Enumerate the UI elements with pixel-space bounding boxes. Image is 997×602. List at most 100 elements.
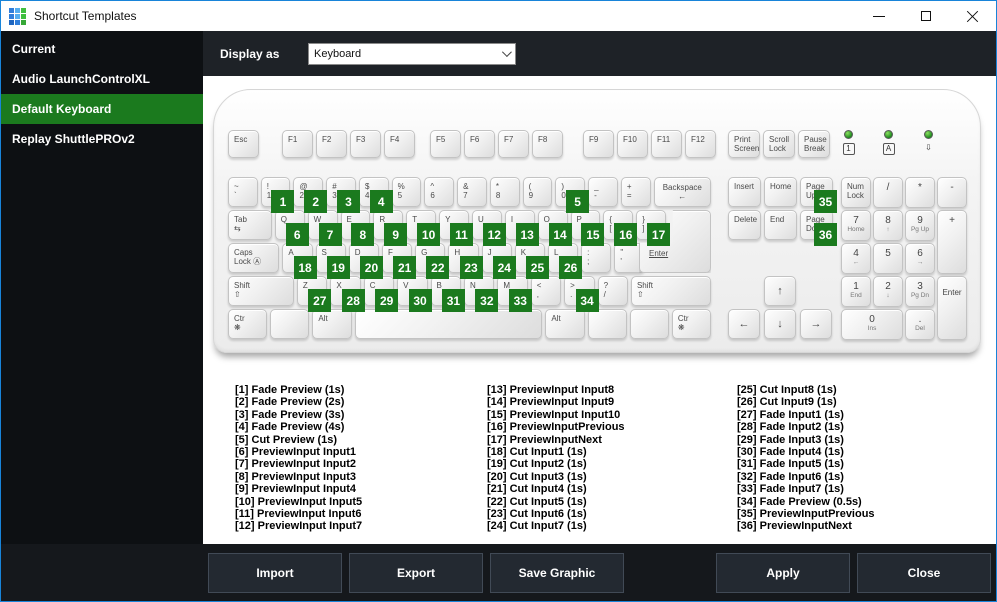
key-f9[interactable]: F9 [583,130,614,158]
key-minus[interactable]: _ - [588,177,618,207]
key-numpad-4[interactable]: 4 ← [841,243,871,274]
key-numpad-decimal[interactable]: . Del [905,309,935,340]
key-left-alt[interactable]: Alt [312,309,352,339]
key-k[interactable]: K 25 [514,243,549,279]
key-l[interactable]: L 26 [547,243,583,279]
key-home[interactable]: Home [764,177,797,207]
key-numpad-2[interactable]: 2 ↓ [873,276,903,307]
key-slash[interactable]: ? / [597,276,628,306]
key-1[interactable]: ! 1 1 [260,177,295,213]
import-button[interactable]: Import [208,552,342,593]
key-scroll-lock[interactable]: Scroll Lock [763,130,795,158]
key-arrow-up[interactable]: ↑ [764,276,796,306]
key-numpad-0[interactable]: 0 Ins [841,309,903,340]
display-as-select[interactable]: Keyboard [308,42,516,65]
key-f7[interactable]: F7 [498,130,529,158]
export-button[interactable]: Export [349,552,483,593]
key-insert[interactable]: Insert [728,177,761,207]
key-arrow-down[interactable]: ↓ [764,309,796,339]
key-numpad-7[interactable]: 7 Home [841,210,871,241]
close-button[interactable] [949,1,996,31]
key-equals[interactable]: + = [620,177,651,207]
key-f6[interactable]: F6 [464,130,495,158]
key-n[interactable]: N 32 [463,276,499,312]
key-g[interactable]: G 22 [415,243,450,279]
key-7[interactable]: & 7 [457,177,487,207]
key-numpad-3[interactable]: 3 Pg Dn [905,276,935,307]
sidebar-item-current[interactable]: Current [1,34,203,64]
key-page-down[interactable]: PageDown36 [800,210,837,246]
key-q[interactable]: Q6 [274,210,309,246]
key-space[interactable] [354,309,543,339]
key-left-win[interactable] [270,309,310,339]
key-t[interactable]: T 10 [406,210,441,246]
key-a[interactable]: A 18 [282,243,317,279]
key-w[interactable]: W7 [307,210,342,246]
key-e[interactable]: E8 [340,210,375,246]
key-left-ctrl[interactable]: Ctr ❋ [228,309,268,339]
key-h[interactable]: H 23 [448,243,483,279]
key-f1[interactable]: F1 [282,130,313,158]
key-b[interactable]: B 31 [430,276,465,312]
save-graphic-button[interactable]: Save Graphic [490,552,624,593]
key-page-up[interactable]: Page Up 35 [800,177,837,213]
key-menu[interactable] [629,309,669,339]
key-6[interactable]: ^ 6 [424,177,455,207]
key-u[interactable]: U 12 [471,210,506,246]
key-numpad-9[interactable]: 9 Pg Up [905,210,935,241]
key-tab[interactable]: Tab ⇆ [228,210,272,240]
key-period[interactable]: >. 34 [564,276,599,312]
key-pause-break[interactable]: Pause Break [798,130,830,158]
key-f11[interactable]: F11 [651,130,682,158]
key-f2[interactable]: F2 [316,130,347,158]
key-f3[interactable]: F3 [350,130,381,158]
key-c[interactable]: C 29 [363,276,399,312]
key-rbracket[interactable]: }] 17 [636,210,671,246]
key-backspace[interactable]: Backspace ← [653,177,712,207]
key-3[interactable]: #3 3 [326,177,360,213]
key-end[interactable]: End [764,210,797,240]
key-arrow-right[interactable]: → [800,309,832,339]
key-right-ctrl[interactable]: Ctr ❋ [671,309,712,339]
key-2[interactable]: @2 2 [293,177,328,213]
key-left-shift[interactable]: Shift ⇧ [228,276,294,306]
key-5[interactable]: % 5 [391,177,422,207]
key-f[interactable]: F 21 [381,243,417,279]
key-numpad-minus[interactable]: - [937,177,967,208]
key-d[interactable]: D 20 [348,243,383,279]
key-right-alt[interactable]: Alt [545,309,585,339]
key-9[interactable]: (9 [522,177,553,207]
sidebar-item-replay-shuttleprov2[interactable]: Replay ShuttlePROv2 [1,124,203,154]
key-z[interactable]: Z 27 [296,276,332,312]
key-v[interactable]: V 30 [397,276,432,312]
key-f12[interactable]: F12 [685,130,716,158]
sidebar-item-default-keyboard[interactable]: Default Keyboard [1,94,203,124]
key-r[interactable]: R9 [373,210,408,246]
key-caps-lock[interactable]: Caps Lock Ⓐ [228,243,280,273]
key-m[interactable]: M 33 [497,276,532,312]
key-backtick[interactable]: ~ ` [228,177,258,207]
maximize-button[interactable] [902,1,949,31]
key-j[interactable]: J 24 [481,243,516,279]
key-lbracket[interactable]: {[16 [603,210,638,246]
key-esc[interactable]: Esc [228,130,259,158]
key-numpad-divide[interactable]: / [873,177,903,208]
key-numpad-8[interactable]: 8 ↑ [873,210,903,241]
key-semicolon[interactable]: :; [581,243,612,273]
key-comma[interactable]: <, [530,276,562,306]
key-4[interactable]: $4 4 [358,177,393,213]
key-8[interactable]: * 8 [489,177,520,207]
key-x[interactable]: X 28 [330,276,365,312]
key-numpad-enter[interactable]: Enter [937,276,967,340]
key-num-lock[interactable]: Num Lock [841,177,871,208]
key-right-win[interactable] [587,309,627,339]
key-o[interactable]: O 14 [537,210,572,246]
key-0[interactable]: ) 0 5 [555,177,590,213]
sidebar-item-audio-launchcontrolxl[interactable]: Audio LaunchControlXL [1,64,203,94]
key-numpad-plus[interactable]: + [937,210,967,274]
key-numpad-5[interactable]: 5 [873,243,903,274]
key-numpad-multiply[interactable]: * [905,177,935,208]
key-f5[interactable]: F5 [430,130,461,158]
key-i[interactable]: I 13 [504,210,539,246]
key-right-shift[interactable]: Shift ⇧ [630,276,712,306]
